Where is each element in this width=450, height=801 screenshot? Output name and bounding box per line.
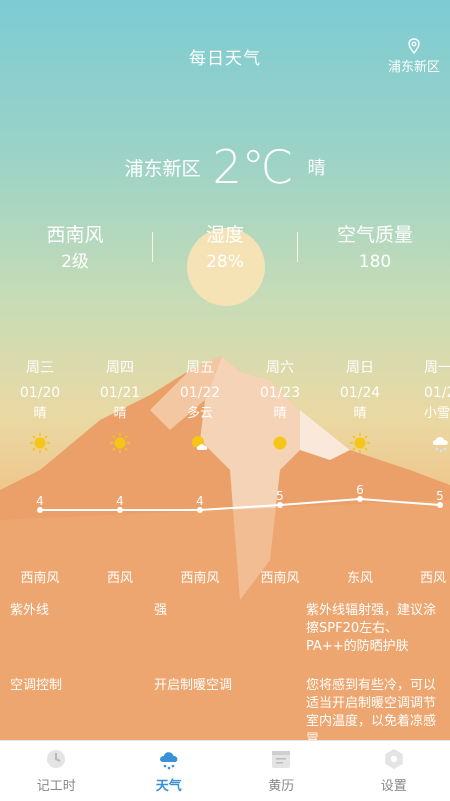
location-label: 浦东新区: [388, 60, 440, 75]
tip-value: 强: [154, 602, 167, 620]
tab-work-hours[interactable]: 记工时: [0, 741, 113, 801]
tab-almanac[interactable]: 黄历: [225, 741, 338, 801]
stat-wind: 西南风 2级: [0, 222, 150, 274]
temperature-label: 4: [25, 494, 55, 508]
forecast-weekday: 周三: [0, 358, 80, 378]
forecast-weekday: 周日: [320, 358, 400, 378]
tip-name: 空调控制: [10, 677, 62, 695]
forecast-date: 01/20: [0, 382, 80, 404]
forecast-date: 01/24: [320, 382, 400, 404]
forecast-condition: 晴: [320, 404, 400, 424]
stat-value: 2级: [0, 250, 150, 274]
tip-name: 紫外线: [10, 602, 49, 620]
forecast-day[interactable]: 周五 01/22 多云: [160, 358, 240, 454]
temperature-label: 6: [345, 483, 375, 497]
temperature-label: 4: [185, 494, 215, 508]
forecast-wind: 西南风: [0, 567, 80, 586]
cloud-rain-icon: [157, 747, 181, 771]
forecast-weekday: 周五: [160, 358, 240, 378]
forecast-condition: 晴: [0, 404, 80, 424]
temperature-label: 5: [265, 489, 295, 503]
tab-label: 黄历: [268, 779, 294, 794]
tab-label: 天气: [156, 779, 182, 794]
divider: [152, 232, 153, 262]
page-title: 每日天气: [0, 44, 450, 69]
forecast-day[interactable]: 周日 01/24 晴: [320, 358, 400, 454]
forecast-date: 01/2: [424, 382, 450, 404]
gear-icon: [382, 747, 406, 771]
forecast-condition: 小雪: [424, 404, 450, 424]
tip-description: 您将感到有些冷，可以适当开启制暖空调调节室内温度，以免着凉感冒。: [306, 677, 446, 749]
forecast-wind: 西南风: [240, 567, 320, 586]
stat-value: 180: [300, 250, 450, 274]
forecast-wind: 西南风: [160, 567, 240, 586]
stat-humidity: 湿度 28%: [150, 222, 300, 274]
snow-icon: [430, 432, 450, 454]
forecast-day[interactable]: 周六 01/23 晴: [240, 358, 320, 454]
location-button[interactable]: 浦东新区: [388, 38, 440, 75]
forecast-day[interactable]: 周四 01/21 晴: [80, 358, 160, 454]
forecast-condition: 多云: [160, 404, 240, 424]
partly-cloudy-icon: [189, 432, 211, 454]
temperature-line: [0, 480, 450, 530]
sun-icon: [109, 432, 131, 454]
current-condition: 晴: [307, 154, 325, 180]
temperature-label: 4: [105, 494, 135, 508]
stat-label: 西南风: [0, 222, 150, 248]
forecast-wind: 东风: [320, 567, 400, 586]
current-city: 浦东新区: [125, 154, 201, 181]
forecast-condition: 晴: [240, 404, 320, 424]
stat-label: 空气质量: [300, 222, 450, 248]
forecast-date: 01/21: [80, 382, 160, 404]
tab-settings[interactable]: 设置: [338, 741, 450, 801]
current-weather: 浦东新区 2℃ 晴: [0, 140, 450, 194]
tip-description: 紫外线辐射强，建议涂擦SPF20左右、PA++的防晒护肤: [306, 602, 446, 656]
forecast-day[interactable]: 周三 01/20 晴: [0, 358, 80, 454]
stat-value: 28%: [150, 250, 300, 274]
sun-icon: [269, 432, 291, 454]
weather-stats: 西南风 2级 湿度 28% 空气质量 180: [0, 222, 450, 274]
tab-label: 记工时: [37, 779, 76, 794]
calendar-icon: [269, 747, 293, 771]
tab-label: 设置: [381, 779, 407, 794]
forecast-weekday: 周一: [424, 358, 450, 378]
forecast-wind: 西风: [420, 567, 450, 586]
divider: [297, 232, 298, 262]
stat-air-quality: 空气质量 180: [300, 222, 450, 274]
temperature-label: 5: [425, 489, 450, 503]
stat-label: 湿度: [150, 222, 300, 248]
forecast-weekday: 周六: [240, 358, 320, 378]
forecast-condition: 晴: [80, 404, 160, 424]
forecast-day[interactable]: 周一 01/2 小雪: [400, 358, 450, 454]
sun-icon: [29, 432, 51, 454]
tip-value: 开启制暖空调: [154, 677, 232, 695]
clock-icon: [44, 747, 68, 771]
forecast-wind: 西风: [80, 567, 160, 586]
sun-icon: [349, 432, 371, 454]
forecast-date: 01/23: [240, 382, 320, 404]
current-temperature: 2℃: [213, 140, 294, 194]
tab-weather[interactable]: 天气: [113, 741, 226, 801]
forecast-date: 01/22: [160, 382, 240, 404]
bottom-tab-bar: 记工时 天气 黄历 设置: [0, 740, 450, 801]
location-pin-icon: [407, 38, 421, 54]
forecast-weekday: 周四: [80, 358, 160, 378]
